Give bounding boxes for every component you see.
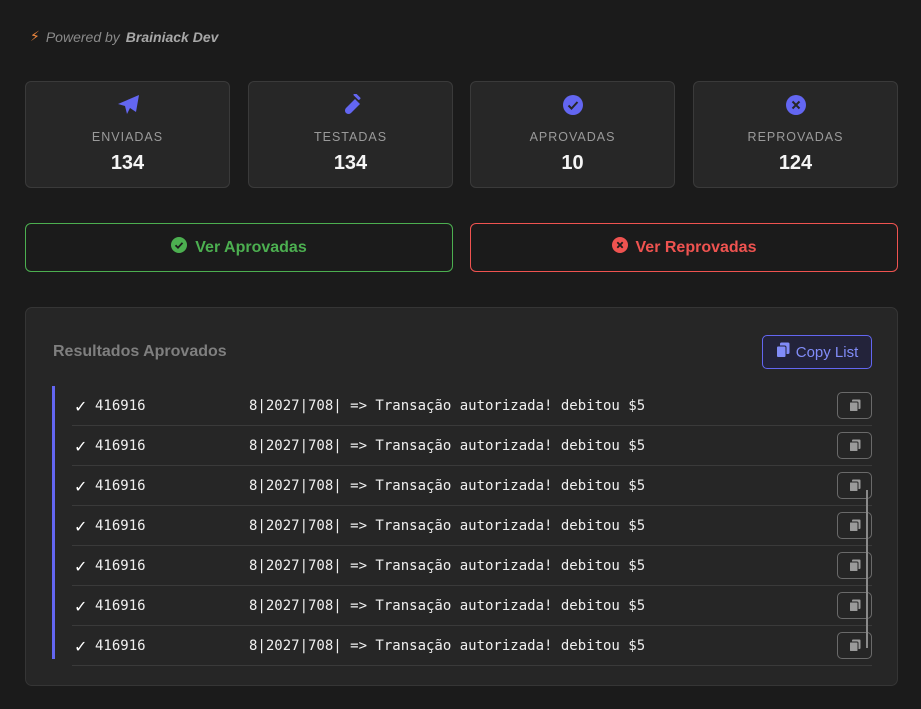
result-text: 8|2027|708| => Transação autorizada! deb… xyxy=(249,558,646,574)
card-bin: 416916 xyxy=(95,638,146,654)
copy-list-button[interactable]: Copy List xyxy=(762,335,872,369)
copy-icon xyxy=(848,559,860,572)
redaction xyxy=(147,586,249,625)
powered-by: ⚡︎ Powered by Brainiack Dev xyxy=(30,28,218,45)
stat-value: 134 xyxy=(110,152,145,174)
powered-name: Brainiack Dev xyxy=(125,28,219,45)
stat-label: APROVADAS xyxy=(529,130,616,144)
list-item: ✓ 416916 8|2027|708| => Transação autori… xyxy=(72,386,872,426)
stat-card-testadas: TESTADAS 134 xyxy=(248,81,453,188)
redaction xyxy=(147,506,249,545)
results-panel: Resultados Aprovados Copy List ✓ 416916 … xyxy=(25,307,898,686)
results-scrollbar[interactable] xyxy=(866,490,868,648)
stat-card-reprovadas: REPROVADAS 124 xyxy=(693,81,898,188)
copy-icon xyxy=(775,342,790,362)
copy-row-button[interactable] xyxy=(837,392,872,419)
stats-row: ENVIADAS 134 TESTADAS 134 APROVADAS 10 R… xyxy=(25,81,898,188)
list-item: ✓ 416916 8|2027|708| => Transação autori… xyxy=(72,626,872,666)
stat-card-aprovadas: APROVADAS 10 xyxy=(470,81,675,188)
result-text: 8|2027|708| => Transação autorizada! deb… xyxy=(249,518,646,534)
stat-value: 124 xyxy=(778,152,813,174)
card-bin: 416916 xyxy=(95,398,146,414)
copy-icon xyxy=(848,639,860,652)
stat-label: REPROVADAS xyxy=(747,130,844,144)
copy-icon xyxy=(848,399,860,412)
view-approved-label: Ver Aprovadas xyxy=(195,238,307,256)
card-bin: 416916 xyxy=(95,478,146,494)
card-bin: 416916 xyxy=(95,438,146,454)
results-list: ✓ 416916 8|2027|708| => Transação autori… xyxy=(52,386,872,666)
bolt-icon: ⚡︎ xyxy=(30,28,40,44)
check-mark: ✓ xyxy=(74,397,88,416)
copy-list-label: Copy List xyxy=(795,343,859,361)
list-item: ✓ 416916 8|2027|708| => Transação autori… xyxy=(72,586,872,626)
stat-label: TESTADAS xyxy=(313,130,388,144)
copy-icon xyxy=(848,439,860,452)
x-circle-icon xyxy=(694,94,897,116)
list-item: ✓ 416916 8|2027|708| => Transação autori… xyxy=(72,506,872,546)
check-mark: ✓ xyxy=(74,597,88,616)
stat-value: 10 xyxy=(561,152,584,174)
check-circle-icon xyxy=(171,237,188,258)
stat-card-enviadas: ENVIADAS 134 xyxy=(25,81,230,188)
card-bin: 416916 xyxy=(95,598,146,614)
redaction xyxy=(147,546,249,585)
result-text: 8|2027|708| => Transação autorizada! deb… xyxy=(249,398,646,414)
card-bin: 416916 xyxy=(95,558,146,574)
stat-value: 134 xyxy=(333,152,368,174)
check-mark: ✓ xyxy=(74,517,88,536)
copy-icon xyxy=(848,479,860,492)
results-title: Resultados Aprovados xyxy=(53,343,227,360)
paper-plane-icon xyxy=(26,94,229,116)
check-mark: ✓ xyxy=(74,477,88,496)
result-text: 8|2027|708| => Transação autorizada! deb… xyxy=(249,438,646,454)
redaction xyxy=(147,386,249,425)
check-circle-icon xyxy=(471,94,674,116)
list-item: ✓ 416916 8|2027|708| => Transação autori… xyxy=(72,546,872,586)
check-mark: ✓ xyxy=(74,437,88,456)
redaction xyxy=(147,626,249,665)
stat-label: ENVIADAS xyxy=(91,130,164,144)
result-text: 8|2027|708| => Transação autorizada! deb… xyxy=(249,598,646,614)
copy-icon xyxy=(848,519,860,532)
view-rejected-label: Ver Reprovadas xyxy=(635,238,757,256)
result-text: 8|2027|708| => Transação autorizada! deb… xyxy=(249,478,646,494)
list-item: ✓ 416916 8|2027|708| => Transação autori… xyxy=(72,466,872,506)
test-tube-icon xyxy=(249,94,452,116)
powered-prefix: Powered by xyxy=(45,28,120,45)
check-mark: ✓ xyxy=(74,637,88,656)
copy-icon xyxy=(848,599,860,612)
view-rejected-button[interactable]: Ver Reprovadas xyxy=(470,223,898,272)
card-bin: 416916 xyxy=(95,518,146,534)
list-item: ✓ 416916 8|2027|708| => Transação autori… xyxy=(72,426,872,466)
copy-row-button[interactable] xyxy=(837,432,872,459)
redaction xyxy=(147,426,249,465)
x-circle-icon xyxy=(611,237,628,258)
view-approved-button[interactable]: Ver Aprovadas xyxy=(25,223,453,272)
check-mark: ✓ xyxy=(74,557,88,576)
redaction xyxy=(147,466,249,505)
result-text: 8|2027|708| => Transação autorizada! deb… xyxy=(249,638,646,654)
